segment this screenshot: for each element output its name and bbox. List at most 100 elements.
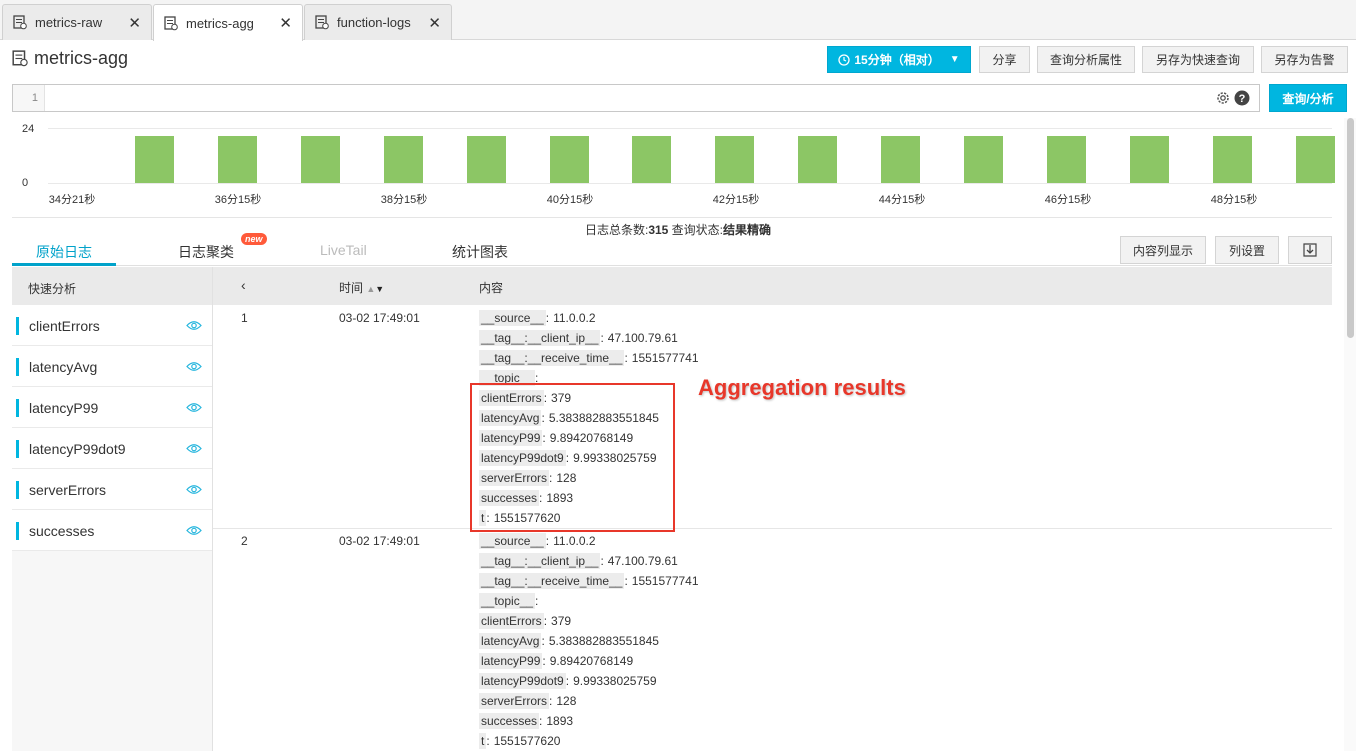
column-settings-button[interactable]: 列设置 — [1215, 236, 1279, 264]
histogram-bar[interactable] — [300, 136, 340, 183]
scrollbar[interactable] — [1344, 118, 1356, 751]
field-value[interactable]: 11.0.0.2 — [553, 311, 595, 325]
quick-analysis-field[interactable]: clientErrors — [12, 305, 212, 346]
collapse-panel-icon[interactable]: ‹ — [241, 277, 246, 293]
field-marker — [16, 440, 19, 458]
field-value[interactable]: 1893 — [546, 714, 573, 728]
quick-analysis-field[interactable]: successes — [12, 510, 212, 551]
logstore-title: metrics-agg — [12, 48, 128, 69]
field-list: clientErrors latencyAvg latencyP99 latencyP… — [12, 305, 212, 551]
histogram-bar[interactable] — [881, 136, 921, 183]
caret-down-icon: ▼ — [949, 54, 960, 65]
sort-desc-icon[interactable]: ▼ — [375, 284, 384, 294]
field-value[interactable]: 47.100.79.61 — [608, 331, 678, 345]
close-icon[interactable]: ✕ — [428, 14, 441, 32]
field-key[interactable]: __source__ — [479, 310, 546, 326]
histogram-bar[interactable] — [217, 136, 257, 183]
field-value[interactable]: 1551577741 — [632, 574, 699, 588]
field-key[interactable]: latencyP99dot9 — [479, 673, 566, 689]
histogram-bar[interactable] — [549, 136, 589, 183]
histogram-bar[interactable] — [1295, 136, 1335, 183]
eye-icon[interactable] — [186, 443, 202, 454]
logstore-icon — [164, 15, 178, 30]
time-range-button[interactable]: 15分钟（相对） ▼ — [827, 46, 971, 73]
quick-analysis-field[interactable]: serverErrors — [12, 469, 212, 510]
field-sep: : — [542, 654, 546, 668]
quick-analysis-field[interactable]: latencyP99dot9 — [12, 428, 212, 469]
close-icon[interactable]: ✕ — [128, 14, 141, 32]
field-value[interactable]: 128 — [556, 694, 576, 708]
tab-livetail[interactable]: LiveTail — [320, 242, 367, 258]
histogram-bar[interactable] — [715, 136, 755, 183]
logstore-tab-bar: metrics-raw ✕ metrics-agg ✕ function-log… — [0, 0, 1356, 41]
histogram-bar[interactable] — [1046, 136, 1086, 183]
field-key[interactable]: __tag__:__client_ip__ — [479, 330, 601, 346]
quick-analysis-panel: 快速分析 clientErrors latencyAvg latencyP99 lat… — [12, 267, 213, 751]
histogram-bar[interactable] — [798, 136, 838, 183]
sort-icon[interactable]: ▲ — [366, 284, 375, 294]
field-key[interactable]: latencyP99 — [479, 653, 543, 669]
query-input[interactable] — [47, 85, 1207, 111]
field-key[interactable]: clientErrors — [479, 613, 544, 629]
field-key[interactable]: __tag__:__receive_time__ — [479, 350, 625, 366]
quick-analysis-field[interactable]: latencyAvg — [12, 346, 212, 387]
histogram-bar[interactable] — [135, 136, 174, 183]
tab-chart[interactable]: 统计图表 — [452, 242, 508, 262]
gear-icon[interactable] — [1215, 90, 1231, 106]
content-column-button[interactable]: 内容列显示 — [1120, 236, 1206, 264]
field-value[interactable]: 1551577741 — [632, 351, 699, 365]
log-field: __tag__:__client_ip__:47.100.79.61 — [479, 330, 678, 346]
tab-metrics-raw[interactable]: metrics-raw ✕ — [2, 4, 152, 40]
field-value[interactable]: 11.0.0.2 — [553, 534, 595, 548]
scrollbar-thumb[interactable] — [1347, 118, 1354, 338]
histogram-bar[interactable] — [964, 136, 1003, 183]
log-field: __tag__:__receive_time__:1551577741 — [479, 573, 699, 589]
eye-icon[interactable] — [186, 361, 202, 372]
status-label: 查询状态: — [668, 223, 724, 237]
query-props-button[interactable]: 查询分析属性 — [1037, 46, 1135, 73]
share-button[interactable]: 分享 — [979, 46, 1030, 73]
tab-log-cluster[interactable]: 日志聚类 — [178, 242, 234, 262]
field-key[interactable]: __tag__:__client_ip__ — [479, 553, 601, 569]
save-alert-button[interactable]: 另存为告警 — [1261, 46, 1348, 73]
histogram-bar[interactable] — [632, 136, 672, 183]
field-key[interactable]: latencyAvg — [479, 633, 542, 649]
field-marker — [16, 522, 19, 540]
eye-icon[interactable] — [186, 525, 202, 536]
field-key[interactable]: serverErrors — [479, 693, 550, 709]
field-sep: : — [549, 694, 553, 708]
log-count: 315 — [648, 223, 669, 237]
tab-function-logs[interactable]: function-logs ✕ — [304, 4, 452, 40]
help-icon[interactable]: ? — [1234, 90, 1250, 106]
field-value[interactable]: 9.99338025759 — [573, 674, 656, 688]
query-submit-button[interactable]: 查询/分析 — [1269, 84, 1347, 112]
field-value[interactable]: 5.383882883551845 — [549, 634, 659, 648]
save-quick-query-button[interactable]: 另存为快速查询 — [1142, 46, 1254, 73]
eye-icon[interactable] — [186, 402, 202, 413]
tab-raw-logs[interactable]: 原始日志 — [36, 242, 92, 262]
field-value[interactable]: 379 — [551, 614, 571, 628]
logstore-icon — [12, 50, 28, 67]
close-icon[interactable]: ✕ — [279, 14, 292, 32]
download-button[interactable] — [1288, 236, 1332, 264]
field-value[interactable]: 1551577620 — [494, 734, 561, 748]
tab-metrics-agg[interactable]: metrics-agg ✕ — [153, 4, 303, 41]
field-key[interactable]: successes — [479, 713, 540, 729]
eye-icon[interactable] — [186, 484, 202, 495]
histogram-bar[interactable] — [1129, 136, 1169, 183]
col-time[interactable]: 时间 ▲▼ — [339, 279, 384, 296]
field-key[interactable]: __topic__ — [479, 593, 536, 609]
log-field: t:1551577620 — [479, 733, 561, 749]
histogram-bar[interactable] — [466, 136, 506, 183]
quick-analysis-field[interactable]: latencyP99 — [12, 387, 212, 428]
field-key[interactable]: __tag__:__receive_time__ — [479, 573, 625, 589]
histogram-bar[interactable] — [1212, 136, 1252, 183]
clock-icon — [838, 53, 851, 66]
field-value[interactable]: 47.100.79.61 — [608, 554, 678, 568]
active-tab-indicator — [12, 263, 116, 266]
eye-icon[interactable] — [186, 320, 202, 331]
field-value[interactable]: 9.89420768149 — [550, 654, 633, 668]
histogram-bar[interactable] — [383, 136, 423, 183]
field-key[interactable]: __source__ — [479, 533, 546, 549]
query-editor: 1 ? — [12, 84, 1260, 112]
